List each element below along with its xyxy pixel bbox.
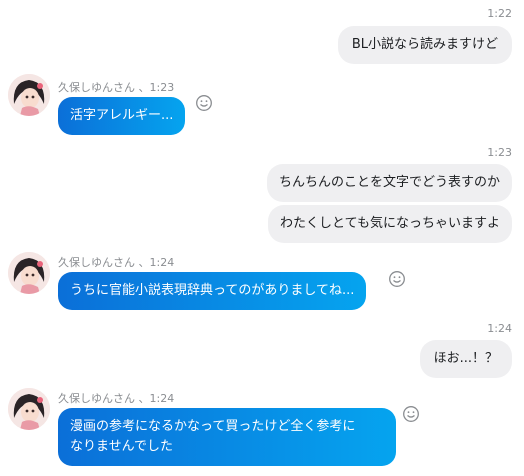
- outgoing-message[interactable]: ほお...！？: [419, 340, 512, 378]
- message-line: なりませんでした: [70, 439, 173, 454]
- sender-name: 久保しゆんさん 、1:23: [58, 81, 175, 94]
- avatar-image: [8, 252, 50, 294]
- timestamp: 1:24: [487, 322, 512, 335]
- avatar[interactable]: [8, 74, 50, 116]
- outgoing-message[interactable]: ちんちんのことを文字でどう表すのか: [266, 164, 512, 202]
- outgoing-message[interactable]: わたくしとても気になっちゃいますよ: [268, 205, 512, 243]
- message-line: 漫画の参考になるかなって買ったけど全く参考に: [70, 419, 356, 434]
- avatar-image: [8, 388, 50, 430]
- incoming-message[interactable]: 漫画の参考になるかなって買ったけど全く参考に なりませんでした: [58, 408, 396, 466]
- sender-name: 久保しゆんさん 、1:24: [58, 392, 175, 405]
- outgoing-message[interactable]: BL小説なら読みますけど: [337, 26, 512, 64]
- incoming-message[interactable]: うちに官能小説表現辞典ってのがありましてね...: [58, 272, 367, 310]
- smiley-icon[interactable]: [402, 405, 420, 423]
- avatar[interactable]: [8, 252, 50, 294]
- sender-name: 久保しゆんさん 、1:24: [58, 256, 175, 269]
- smiley-icon[interactable]: [195, 94, 213, 112]
- smiley-icon[interactable]: [388, 270, 406, 288]
- avatar-image: [8, 74, 50, 116]
- avatar[interactable]: [8, 388, 50, 430]
- timestamp: 1:23: [487, 146, 512, 159]
- incoming-message[interactable]: 活字アレルギー...: [58, 97, 186, 135]
- timestamp: 1:22: [487, 7, 512, 20]
